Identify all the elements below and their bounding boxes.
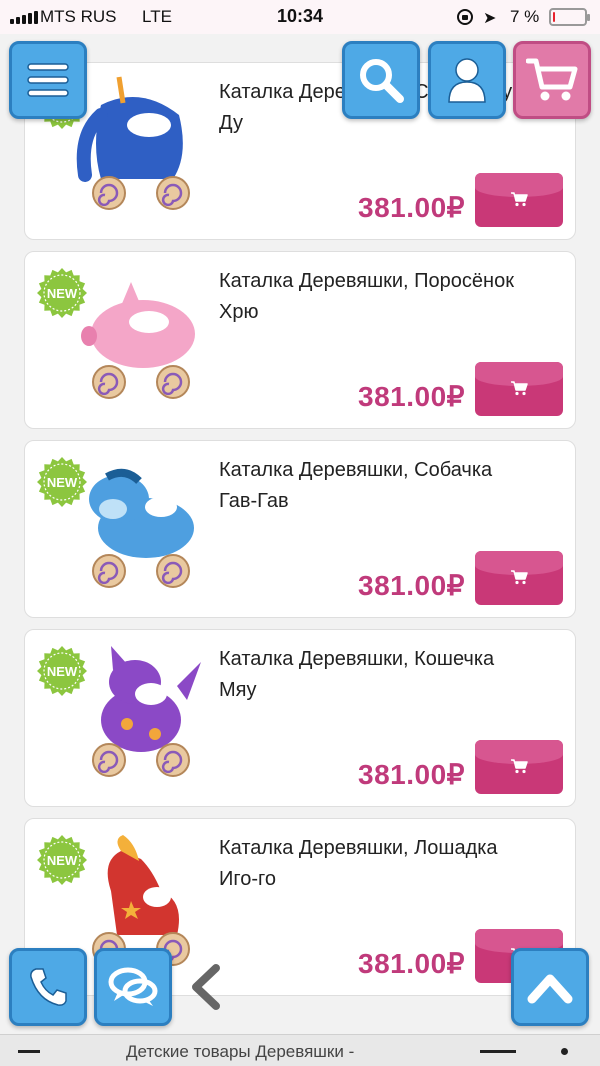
product-card[interactable]: NEW Каталка Деревяшки, Кошечка Мяу 381.0… [24, 629, 576, 807]
product-price: 381.00₽ [358, 192, 465, 223]
new-badge: NEW [37, 646, 87, 696]
user-icon [448, 58, 486, 103]
dot-icon [561, 1048, 568, 1055]
menu-button[interactable] [9, 41, 87, 119]
new-badge-text: NEW [47, 475, 78, 490]
product-price: 381.00₽ [358, 948, 465, 979]
phone-icon [30, 968, 67, 1006]
new-badge: NEW [37, 268, 87, 318]
product-card[interactable]: NEW Каталка Деревяшки, Собачка Гав-Гав 3… [24, 440, 576, 618]
scroll-top-button[interactable] [511, 948, 589, 1026]
add-to-cart-button[interactable] [475, 740, 563, 794]
page-title: Детские товары Деревяшки - [126, 1042, 355, 1061]
product-list: NEW Каталка Деревяшки, Слоник Ду-Ду 381.… [0, 0, 600, 1034]
rotation-lock-icon [457, 9, 473, 25]
new-badge-text: NEW [47, 853, 78, 868]
product-title[interactable]: Каталка Деревяшки, Лошадка Иго-го [219, 833, 519, 895]
battery-icon [549, 8, 590, 26]
product-title[interactable]: Каталка Деревяшки, Кошечка Мяу [219, 644, 519, 706]
chat-button[interactable] [94, 948, 172, 1026]
battery-percent: 7 % [510, 7, 540, 26]
minimize-icon[interactable] [18, 1050, 40, 1053]
cart-icon [511, 759, 528, 774]
hamburger-icon [27, 63, 69, 97]
product-title[interactable]: Каталка Деревяшки, Поросёнок Хрю [219, 266, 519, 328]
new-badge-text: NEW [47, 664, 78, 679]
add-to-cart-button[interactable] [475, 362, 563, 416]
call-button[interactable] [9, 948, 87, 1026]
network-type: LTE [142, 7, 172, 26]
location-arrow-icon: ➤ [483, 10, 497, 27]
carrier-name: MTS RUS [40, 7, 117, 26]
add-to-cart-button[interactable] [475, 551, 563, 605]
chevron-up-icon [527, 974, 573, 1004]
battery-fill [553, 12, 555, 22]
search-button[interactable] [342, 41, 420, 119]
chevron-left-icon[interactable] [186, 962, 226, 1012]
signal-icon [10, 11, 38, 24]
cart-icon [511, 570, 528, 585]
cart-button[interactable] [513, 41, 591, 119]
product-price: 381.00₽ [358, 759, 465, 790]
product-card[interactable]: NEW Каталка Деревяшки, Поросёнок Хрю 381… [24, 251, 576, 429]
account-button[interactable] [428, 41, 506, 119]
cart-icon [511, 381, 528, 396]
add-to-cart-button[interactable] [475, 173, 563, 227]
new-badge-text: NEW [47, 286, 78, 301]
product-price: 381.00₽ [358, 381, 465, 412]
product-price: 381.00₽ [358, 570, 465, 601]
cart-icon [511, 192, 528, 207]
product-title[interactable]: Каталка Деревяшки, Собачка Гав-Гав [219, 455, 519, 517]
chat-icon [108, 967, 158, 1006]
search-icon [360, 59, 404, 103]
status-bar: MTS RUS LTE 10:34 ➤ 7 % [0, 0, 600, 34]
new-badge: NEW [37, 835, 87, 885]
browser-bottom-bar: Детские товары Деревяшки - [0, 1034, 600, 1066]
cart-icon [526, 58, 578, 101]
new-badge: NEW [37, 457, 87, 507]
home-indicator [480, 1050, 516, 1053]
